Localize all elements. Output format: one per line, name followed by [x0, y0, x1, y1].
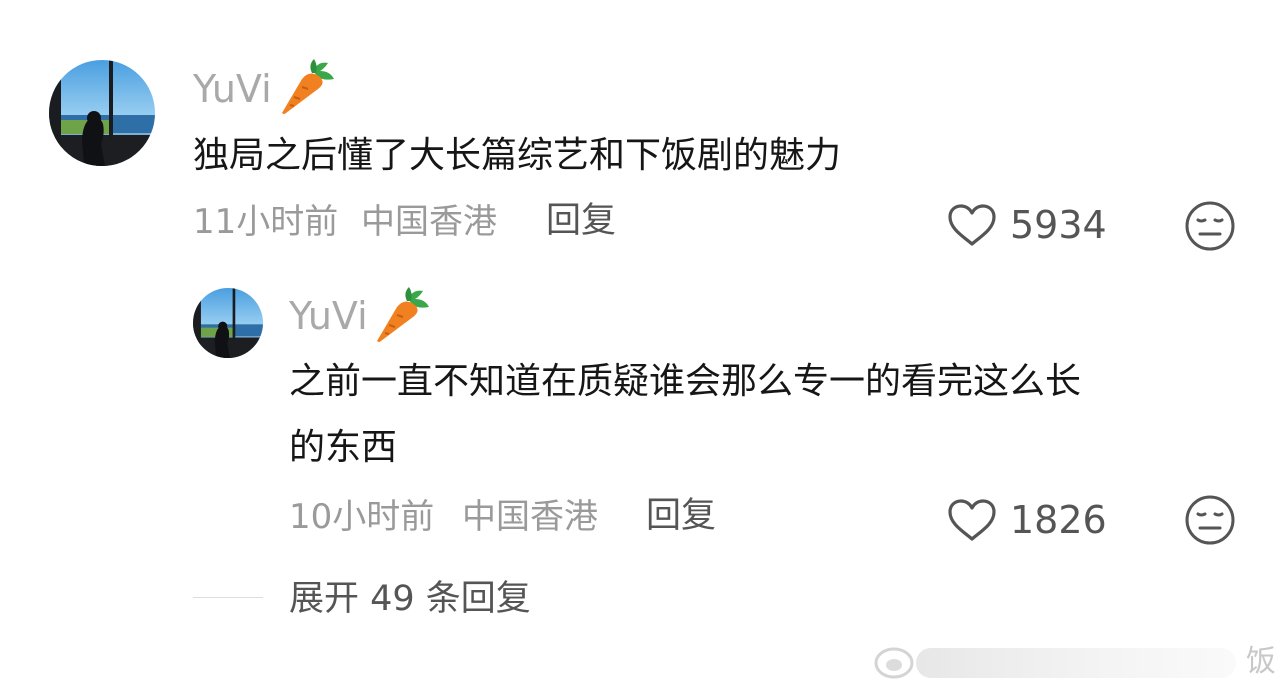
avatar[interactable]	[49, 60, 155, 166]
reply-button[interactable]: 回复	[546, 204, 616, 239]
like-count: 1826	[1010, 498, 1107, 542]
comment-text-line2: 的东西	[289, 427, 398, 468]
comment-text-line1: 之前一直不知道在质疑谁会那么专一的看完这么长	[289, 361, 1082, 402]
avatar[interactable]	[193, 288, 263, 358]
username[interactable]: YuVi	[289, 297, 368, 335]
comment-time: 10小时前	[289, 497, 435, 537]
like-count: 5934	[1010, 203, 1107, 247]
watermark-text: 饭	[1246, 644, 1276, 679]
reply-button[interactable]: 回复	[646, 499, 716, 534]
comment-time: 11小时前	[193, 202, 339, 242]
comment-text: 独局之后懂了大长篇综艺和下饭剧的魅力	[193, 135, 842, 176]
avatar-image	[193, 288, 263, 358]
carrot-icon	[282, 59, 334, 114]
expand-divider	[193, 597, 263, 598]
comment-location: 中国香港	[361, 202, 497, 242]
comment-location: 中国香港	[462, 497, 598, 537]
heart-icon	[948, 499, 996, 541]
heart-icon	[948, 204, 996, 246]
neutral-face-icon[interactable]	[1184, 200, 1236, 252]
username[interactable]: YuVi	[193, 70, 272, 108]
neutral-face-icon[interactable]	[1184, 494, 1236, 546]
like-button[interactable]: 1826	[946, 497, 1107, 543]
like-button[interactable]: 5934	[946, 202, 1107, 248]
weibo-logo-icon	[874, 647, 1236, 679]
expand-replies-button[interactable]: 展开 49 条回复	[289, 582, 531, 617]
avatar-image	[49, 60, 155, 166]
watermark: 饭	[872, 642, 1276, 682]
carrot-icon	[377, 287, 429, 342]
